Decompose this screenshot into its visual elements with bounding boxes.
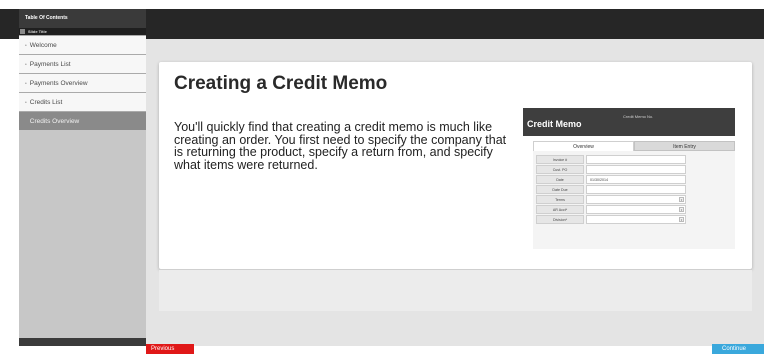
field-value: ▾ [586,195,686,204]
credit-memo-body: Overview Item Entry Invoice # Cust. PO D… [533,141,735,249]
form-row-terms: Terms ▾ [536,195,688,204]
chevron-down-icon: ▾ [679,197,684,202]
sidebar: Table Of Contents Slide Title • Welcome •… [19,9,146,346]
sidebar-item-payments-list[interactable]: • Payments List [19,54,146,73]
bullet-icon: • [25,100,27,106]
continue-button[interactable]: Continue [712,344,764,354]
field-value [586,165,686,174]
slide-marker-icon [20,29,25,34]
field-label: Division* [536,215,584,224]
field-label: Cust. PO [536,165,584,174]
bullet-icon: • [25,62,27,68]
sidebar-item-welcome[interactable]: • Welcome [19,35,146,54]
slide-title-bar: Slide Title [19,28,146,35]
field-label: Date Due [536,185,584,194]
form-row-date: Date 01/30/2014 [536,175,688,184]
form-row-date-due: Date Due [536,185,688,194]
credit-memo-tabs: Overview Item Entry [533,141,735,151]
bullet-icon: • [25,43,27,49]
field-value [586,155,686,164]
credit-memo-title: Credit Memo [527,119,582,129]
bullet-icon: • [25,119,27,125]
field-value: 01/30/2014 [586,175,686,184]
sidebar-item-credits-list[interactable]: • Credits List [19,92,146,111]
tab-item-entry: Item Entry [634,141,735,151]
credit-memo-header: Credit Memo Credit Memo No. [523,108,735,136]
chevron-down-icon: ▾ [679,207,684,212]
slide-footer-band [159,269,752,311]
field-label: Terms [536,195,584,204]
sidebar-item-label: Payments List [29,61,71,68]
sidebar-item-payments-overview[interactable]: • Payments Overview [19,73,146,92]
sidebar-item-label: Credits List [29,99,63,106]
slide-title-label: Slide Title [28,29,47,34]
tab-overview: Overview [533,141,634,151]
field-label: Date [536,175,584,184]
sidebar-item-credits-overview[interactable]: • Credits Overview [19,111,146,130]
sidebar-item-label: Payments Overview [29,80,88,87]
field-label: AR Acct* [536,205,584,214]
toc-list: • Welcome • Payments List • Payments Overvi… [19,35,146,130]
form-row-ar-acct: AR Acct* ▾ [536,205,688,214]
field-value: ▾ [586,205,686,214]
credit-memo-number-label: Credit Memo No. [623,114,654,119]
toc-header: Table Of Contents [19,9,146,28]
bullet-icon: • [25,81,27,87]
field-label: Invoice # [536,155,584,164]
chevron-down-icon: ▾ [679,217,684,222]
field-value: ▾ [586,215,686,224]
form-row-cust-po: Cust. PO [536,165,688,174]
slide-card: Creating a Credit Memo You'll quickly fi… [159,62,752,269]
sidebar-item-label: Credits Overview [29,118,80,125]
previous-button[interactable]: Previous [146,344,194,354]
form-row-invoice: Invoice # [536,155,688,164]
main-content: Creating a Credit Memo You'll quickly fi… [146,39,764,346]
form-row-division: Division* ▾ [536,215,688,224]
sidebar-item-label: Welcome [29,42,57,49]
field-value [586,185,686,194]
slide-heading: Creating a Credit Memo [174,73,388,94]
credit-memo-screenshot: Credit Memo Credit Memo No. Overview Ite… [523,108,735,250]
credit-memo-form: Invoice # Cust. PO Date 01/30/2014 Date … [536,155,688,225]
slide-body-text: You'll quickly find that creating a cred… [174,120,507,172]
sidebar-footer [19,338,146,346]
